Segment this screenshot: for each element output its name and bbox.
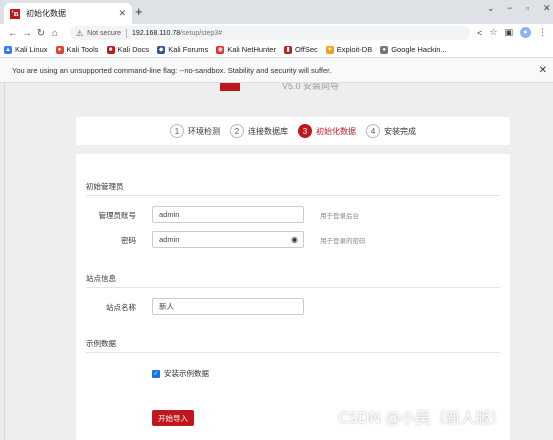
sidepanel-icon[interactable]: ▣ [504, 27, 513, 38]
csdn-watermark: CSDN @小吴（新人版） [338, 409, 506, 427]
bookmark-kali-tools[interactable]: ● Kali Tools [55, 45, 99, 54]
tab-close-icon[interactable]: ✕ [118, 8, 126, 19]
infobar-message: You are using an unsupported command-lin… [12, 65, 332, 75]
sample-data-option[interactable]: ✓ 安装示例数据 [152, 368, 209, 379]
address-separator [126, 28, 128, 38]
toolbar-actions: < ☆ ▣ ● ⋮ [477, 27, 547, 38]
step-environment: 1 环境检测 [170, 124, 220, 138]
site-name-input[interactable]: 新人 [152, 298, 304, 315]
site-logo-icon [220, 83, 240, 91]
section-divider [86, 352, 500, 353]
home-icon[interactable]: ⌂ [48, 28, 62, 39]
start-import-button[interactable]: 开始导入 [152, 410, 194, 426]
bookmark-icon: ● [55, 45, 64, 54]
sandbox-warning-infobar: You are using an unsupported command-lin… [0, 58, 553, 83]
forward-icon[interactable]: → [20, 28, 34, 39]
step-database: 2 连接数据库 [230, 124, 288, 138]
bookmark-offsec[interactable]: ▮ OffSec [283, 45, 318, 54]
not-secure-label: Not secure [87, 29, 122, 37]
bookmark-star-icon[interactable]: ☆ [489, 27, 497, 38]
step-label: 安装完成 [384, 126, 416, 136]
bookmark-label: Kali Tools [66, 45, 99, 54]
page-content: V5.0 安装向导 1 环境检测 2 连接数据库 3 初始化数据 4 安装完成 … [0, 83, 553, 440]
bookmark-label: OffSec [294, 45, 318, 54]
browser-toolbar: ← → ↻ ⌂ ⚠ Not secure 192.168.110.78 /set… [0, 24, 553, 42]
step-label: 连接数据库 [248, 126, 288, 136]
bookmark-icon: ◆ [157, 45, 166, 54]
address-bar[interactable]: ⚠ Not secure 192.168.110.78 /setup/step3… [70, 26, 470, 40]
wizard-title: V5.0 安装向导 [282, 83, 340, 91]
setup-form-card: 初始管理员 管理员账号 admin 用于登录后台 密码 admin ◉ 用于登录… [76, 154, 510, 440]
admin-account-label: 管理员账号 [98, 211, 137, 220]
step-label: 环境检测 [188, 126, 220, 136]
password-input[interactable]: admin ◉ [152, 231, 304, 248]
bookmark-kali-forums[interactable]: ◆ Kali Forums [157, 45, 208, 54]
site-favicon-icon: ʼn [10, 8, 20, 19]
bookmark-label: Google Hackin... [391, 45, 447, 54]
bookmark-icon: ▮ [283, 45, 292, 54]
bookmark-label: Kali Linux [15, 45, 48, 54]
bookmark-kali-docs[interactable]: ■ Kali Docs [106, 45, 150, 54]
bookmark-label: Kali NetHunter [227, 45, 276, 54]
bookmarks-bar: ▲ Kali Linux ● Kali Tools ■ Kali Docs ◆ Kali… [0, 42, 553, 58]
tab-strip: ʼn 初始化数据 ✕ + ⌄ − ▫ ✕ [0, 0, 553, 24]
step-number: 3 [298, 124, 312, 138]
admin-account-input[interactable]: admin [152, 206, 304, 223]
admin-section-title: 初始管理员 [86, 182, 124, 191]
password-label: 密码 [121, 236, 136, 245]
bookmark-label: Kali Forums [168, 45, 209, 54]
bookmark-icon: ■ [106, 45, 115, 54]
section-divider [86, 195, 500, 196]
warning-icon: ⚠ [76, 28, 84, 38]
step-init-data: 3 初始化数据 [298, 124, 356, 138]
back-icon[interactable]: ← [6, 28, 20, 39]
left-window-edge [0, 83, 5, 440]
url-path: /setup/step3# [180, 29, 223, 37]
infobar-close-icon[interactable]: ✕ [539, 65, 547, 76]
step-number: 1 [170, 124, 184, 138]
share-icon[interactable]: < [477, 28, 482, 38]
profile-avatar-icon[interactable]: ● [520, 27, 531, 38]
bookmark-label: Kali Docs [117, 45, 150, 54]
url-host: 192.168.110.78 [132, 29, 181, 37]
new-tab-icon[interactable]: + [135, 4, 143, 19]
eye-icon[interactable]: ◉ [291, 235, 298, 244]
sample-data-checkbox[interactable]: ✓ [152, 369, 160, 378]
bookmark-kali-nethunter[interactable]: ◉ Kali NetHunter [216, 45, 276, 54]
setup-steps: 1 环境检测 2 连接数据库 3 初始化数据 4 安装完成 [76, 117, 510, 145]
bookmark-icon: ◉ [216, 45, 225, 54]
step-number: 4 [366, 124, 380, 138]
bookmark-label: Exploit-DB [336, 45, 373, 54]
password-value: admin [159, 235, 180, 244]
sample-data-label: 安装示例数据 [164, 369, 209, 378]
window-close-icon[interactable]: ✕ [543, 3, 551, 14]
bookmark-icon: ✦ [325, 45, 334, 54]
site-section-title: 站点信息 [86, 274, 116, 283]
reload-icon[interactable]: ↻ [34, 28, 48, 39]
browser-tab[interactable]: ʼn 初始化数据 ✕ [4, 3, 132, 24]
bookmark-exploit-db[interactable]: ✦ Exploit-DB [325, 45, 373, 54]
maximize-icon[interactable]: ▫ [526, 3, 529, 13]
tab-search-icon[interactable]: ⌄ [487, 3, 495, 14]
bookmark-google-hacking[interactable]: ● Google Hackin... [380, 45, 447, 54]
bookmark-icon: ▲ [4, 45, 12, 54]
step-label: 初始化数据 [316, 126, 356, 136]
minimize-icon[interactable]: − [507, 3, 512, 13]
step-complete: 4 安装完成 [366, 124, 416, 138]
admin-account-hint: 用于登录后台 [320, 213, 359, 220]
sample-section-title: 示例数据 [86, 339, 116, 348]
step-number: 2 [230, 124, 244, 138]
menu-icon[interactable]: ⋮ [538, 27, 547, 38]
bookmark-icon: ● [380, 45, 389, 54]
tab-title: 初始化数据 [26, 9, 66, 18]
site-name-label: 站点名称 [106, 303, 136, 312]
password-hint: 用于登录的密码 [320, 238, 366, 245]
section-divider [86, 287, 500, 288]
bookmark-kali-linux[interactable]: ▲ Kali Linux [4, 45, 48, 54]
